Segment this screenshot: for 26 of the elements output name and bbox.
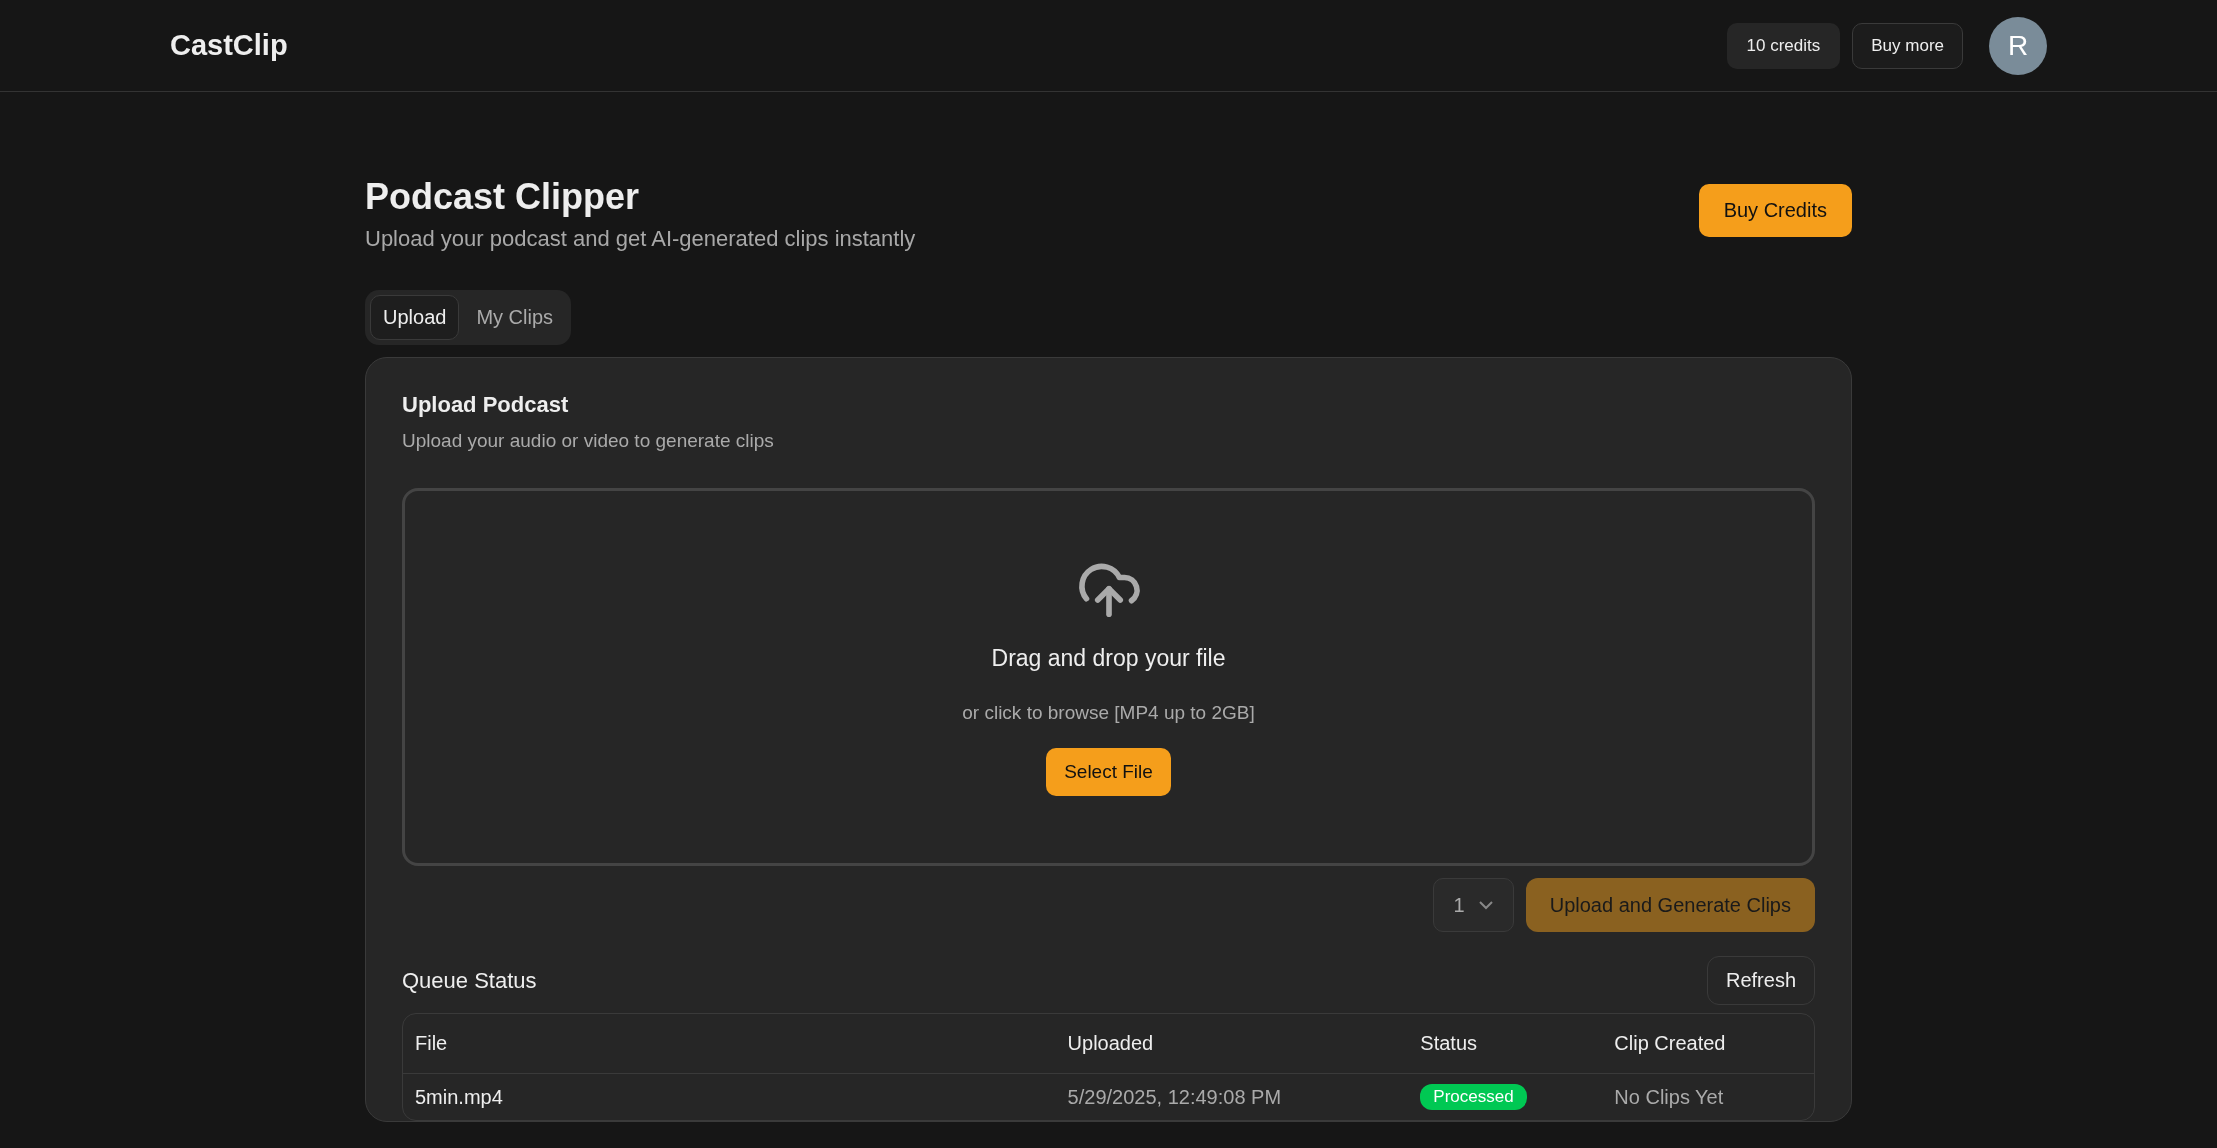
column-header: File	[403, 1014, 1056, 1074]
tab[interactable]: My Clips	[463, 295, 567, 340]
clip-count-select[interactable]: 1	[1432, 878, 1514, 932]
status-badge: Processed	[1420, 1084, 1527, 1110]
queue-title: Queue Status	[402, 967, 537, 994]
page-subtitle: Upload your podcast and get AI-generated clips instantly	[365, 226, 916, 252]
app-logo[interactable]: CastClip	[170, 29, 288, 62]
column-header: Uploaded	[1055, 1014, 1409, 1074]
drop-zone[interactable]: Drag and drop your file or click to browse [MP4 up to 2GB] Select File	[402, 488, 1815, 866]
drop-title: Drag and drop your file	[991, 645, 1226, 672]
column-header: Status	[1408, 1014, 1603, 1074]
refresh-button[interactable]: Refresh	[1706, 956, 1815, 1005]
card-description: Upload your audio or video to generate clips	[402, 430, 775, 452]
card-title: Upload Podcast	[402, 392, 570, 418]
buy-credits-button[interactable]: Buy Credits	[1698, 184, 1852, 237]
drop-hint: or click to browse [MP4 up to 2GB]	[962, 702, 1255, 724]
credits-badge: 10 credits	[1726, 22, 1841, 69]
table-cell-text: 5min.mp4	[414, 1084, 504, 1110]
table-cell-text: 5/29/2025, 12:49:08 PM	[1066, 1084, 1283, 1110]
select-file-button[interactable]: Select File	[1046, 748, 1171, 796]
chevron-down-icon	[1478, 900, 1493, 910]
tab[interactable]: Upload	[370, 295, 460, 340]
table-cell-text: No Clips Yet	[1613, 1084, 1725, 1110]
page-title: Podcast Clipper	[365, 176, 641, 218]
column-header: Clip Created	[1602, 1014, 1814, 1074]
buy-more-button[interactable]: Buy more	[1852, 22, 1963, 69]
